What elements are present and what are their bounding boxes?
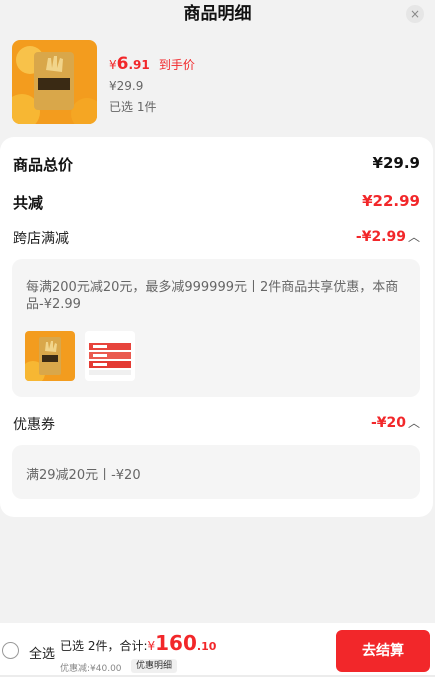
cross-store-detail-panel: 每满200元减20元，最多减999999元丨2件商品共享优惠，本商品-¥2.99: [12, 259, 420, 397]
selected-count: 已选 1件: [109, 100, 157, 114]
chevron-up-icon[interactable]: ︿: [408, 228, 420, 245]
header: 商品明细 ×: [0, 0, 435, 30]
original-price: ¥29.9: [109, 79, 144, 93]
select-all-label[interactable]: 全选: [29, 643, 55, 662]
product-summary: ¥6.91 到手价 ¥29.9 已选 1件: [12, 40, 422, 126]
total-reduce-value: ¥22.99: [362, 192, 420, 210]
cross-store-discount-row[interactable]: 跨店满减 -¥2.99 ︿: [13, 228, 420, 252]
product-thumbnail-small: [25, 331, 75, 381]
bottom-checkout-bar: 全选 已选 2件，合计:¥160.10 优惠减:¥40.00 优惠明细 去结算: [0, 623, 435, 677]
cross-store-description: 每满200元减20元，最多减999999元丨2件商品共享优惠，本商品-¥2.99: [26, 280, 399, 312]
deal-price-tag: 到手价: [158, 58, 195, 72]
total-reduce-row: 共减 ¥22.99: [13, 192, 420, 212]
page-title: 商品明细: [183, 4, 252, 24]
discount-amount: 优惠减:¥40.00: [60, 664, 122, 674]
close-icon[interactable]: ×: [406, 5, 424, 23]
cross-store-discount-value: -¥2.99: [355, 229, 406, 245]
product-thumbnail: [12, 40, 97, 124]
coupon-detail-panel: 满29减20元丨-¥20: [12, 445, 420, 499]
price-detail-card: 商品总价 ¥29.9 共减 ¥22.99 跨店满减 -¥2.99 ︿ 每满200元…: [0, 137, 433, 517]
chevron-up-icon[interactable]: ︿: [408, 414, 420, 431]
total-price-value: ¥29.9: [372, 154, 420, 172]
select-all-radio-icon[interactable]: [2, 642, 19, 659]
second-product-thumbnail: [85, 331, 135, 381]
discount-detail-button[interactable]: 优惠明细: [131, 659, 178, 673]
total-price-row: 商品总价 ¥29.9: [13, 154, 420, 174]
checkout-button[interactable]: 去结算: [336, 630, 430, 672]
deal-price: ¥6.91 到手价: [109, 54, 195, 74]
coupon-row[interactable]: 优惠券 -¥20 ︿: [13, 414, 420, 438]
coupon-value: -¥20: [370, 415, 406, 431]
coupon-description: 满29减20元丨-¥20: [26, 468, 141, 483]
order-total: 已选 2件，合计:¥160.10: [60, 631, 217, 655]
